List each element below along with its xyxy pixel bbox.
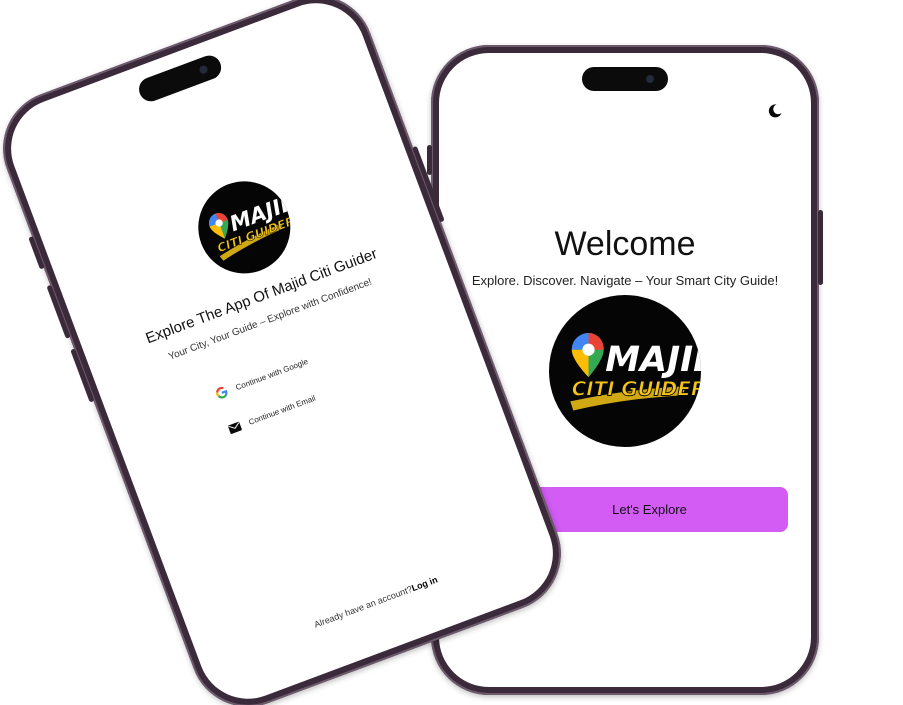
- dynamic-island: [582, 67, 668, 91]
- welcome-title: Welcome: [554, 225, 696, 263]
- power-button: [818, 210, 823, 285]
- volume-button: [427, 145, 432, 175]
- welcome-subtitle: Explore. Discover. Navigate – Your Smart…: [471, 273, 779, 288]
- dynamic-island: [135, 52, 225, 105]
- continue-with-google-button[interactable]: Continue with Google: [213, 354, 310, 402]
- google-icon: [216, 386, 228, 399]
- app-logo: MAJID CITI GUIDER: [185, 168, 304, 287]
- logo-line-2: CITI GUIDER: [572, 377, 701, 400]
- account-prompt-text: Already have an account?: [312, 583, 414, 630]
- logo-line-1: MAJID: [605, 340, 701, 380]
- email-button-label: Continue with Email: [247, 393, 317, 427]
- moon-icon[interactable]: [767, 103, 783, 119]
- app-logo: MAJID CITI GUIDER: [549, 295, 701, 447]
- continue-with-email-button[interactable]: Continue with Email: [226, 391, 318, 437]
- mail-icon: [228, 421, 242, 434]
- map-pin-icon: [571, 333, 604, 378]
- google-button-label: Continue with Google: [234, 356, 310, 392]
- stage: Welcome Explore. Discover. Navigate – Yo…: [0, 0, 903, 705]
- login-link[interactable]: Log in: [410, 574, 439, 593]
